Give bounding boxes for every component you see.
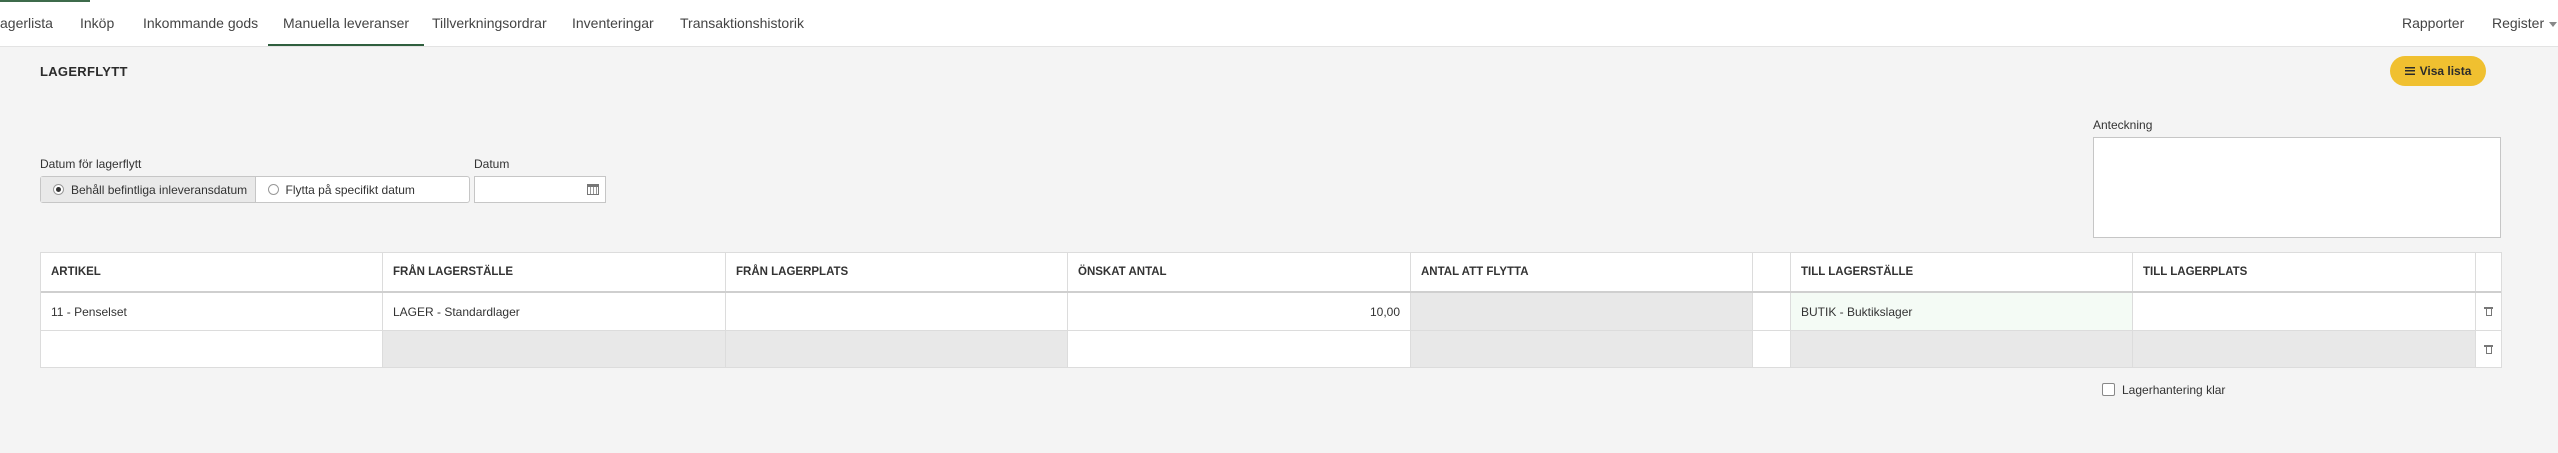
table-cell-till-lagerplats: [2133, 331, 2476, 367]
lagerflytt-table: ARTIKEL FRÅN LAGERSTÄLLE FRÅN LAGERPLATS…: [40, 252, 2502, 368]
page-title: LAGERFLYTT: [40, 64, 128, 79]
date-mode-toggle: Behåll befintliga inleveransdatum Flytta…: [40, 176, 470, 203]
tab-inventeringar[interactable]: Inventeringar: [572, 0, 654, 46]
col-header-onskat-antal: ÖNSKAT ANTAL: [1068, 253, 1411, 291]
datum-label: Datum: [474, 157, 510, 171]
row-actions-cell: [2476, 331, 2501, 367]
radio-unchecked-icon: [267, 184, 279, 195]
table-cell-artikel[interactable]: [41, 331, 383, 367]
anteckning-textarea[interactable]: [2093, 137, 2501, 238]
table-cell-onskat-antal[interactable]: 10,00: [1068, 293, 1411, 330]
visa-lista-button[interactable]: Visa lista: [2390, 56, 2486, 86]
table-cell-till-lagerstalle: [1791, 331, 2133, 367]
top-navigation: agerlista Inköp Inkommande gods Manuella…: [0, 0, 2558, 47]
table-cell-empty: [1753, 331, 1791, 367]
trash-icon[interactable]: [2484, 344, 2493, 354]
radio-checked-icon: [53, 184, 64, 195]
trash-icon[interactable]: [2484, 306, 2493, 316]
col-header-fran-lagerplats: FRÅN LAGERPLATS: [726, 253, 1068, 291]
col-header-till-lagerstalle: TILL LAGERSTÄLLE: [1791, 253, 2133, 291]
table-cell-empty: [1753, 293, 1791, 330]
tab-lagerlista[interactable]: agerlista: [0, 0, 53, 46]
rapporter-link[interactable]: Rapporter: [2402, 0, 2464, 46]
col-header-actions: [2476, 253, 2501, 291]
lagerhantering-klar-checkbox[interactable]: [2102, 383, 2115, 396]
row-actions-cell: [2476, 293, 2501, 330]
option-specific-date-label: Flytta på specifikt datum: [285, 182, 415, 197]
option-specific-date[interactable]: Flytta på specifikt datum: [256, 177, 470, 202]
table-cell-fran-lagerplats[interactable]: [726, 293, 1068, 330]
register-label: Register: [2492, 15, 2545, 31]
calendar-icon[interactable]: [587, 184, 599, 195]
option-keep-date-label: Behåll befintliga inleveransdatum: [71, 182, 248, 197]
table-cell-onskat-antal[interactable]: [1068, 331, 1411, 367]
col-header-till-lagerplats: TILL LAGERPLATS: [2133, 253, 2476, 291]
datum-for-lagerflytt-label: Datum för lagerflytt: [40, 157, 142, 171]
table-cell-till-lagerplats[interactable]: [2133, 293, 2476, 330]
tab-manuella-leveranser[interactable]: Manuella leveranser: [268, 0, 425, 46]
tab-inkop[interactable]: Inköp: [80, 0, 114, 46]
table-cell-antal-att-flytta: [1411, 293, 1753, 330]
table-cell-fran-lagerstalle: [383, 331, 726, 367]
table-cell-artikel[interactable]: 11 - Penselset: [41, 293, 383, 330]
lagerhantering-klar-label[interactable]: Lagerhantering klar: [2122, 383, 2225, 397]
list-icon: [2404, 67, 2415, 75]
col-header-fran-lagerstalle: FRÅN LAGERSTÄLLE: [383, 253, 726, 291]
table-cell-fran-lagerplats: [726, 331, 1068, 367]
option-keep-date[interactable]: Behåll befintliga inleveransdatum: [41, 177, 256, 202]
col-header-empty: [1753, 253, 1791, 291]
register-menu[interactable]: Register: [2492, 0, 2558, 46]
table-cell-fran-lagerstalle[interactable]: LAGER - Standardlager: [383, 293, 726, 330]
datum-input[interactable]: [474, 176, 606, 203]
anteckning-label: Anteckning: [2093, 118, 2153, 132]
chevron-down-icon: [2549, 21, 2558, 27]
visa-lista-label: Visa lista: [2419, 64, 2472, 78]
col-header-antal-att-flytta: ANTAL ATT FLYTTA: [1411, 253, 1753, 291]
table-cell-antal-att-flytta: [1411, 331, 1753, 367]
tab-inkommande-gods[interactable]: Inkommande gods: [143, 0, 258, 46]
tab-tillverkningsordrar[interactable]: Tillverkningsordrar: [432, 0, 547, 46]
tab-transaktionshistorik[interactable]: Transaktionshistorik: [680, 0, 804, 46]
col-header-artikel: ARTIKEL: [41, 253, 383, 291]
table-cell-till-lagerstalle[interactable]: BUTIK - Buktikslager: [1791, 293, 2133, 330]
